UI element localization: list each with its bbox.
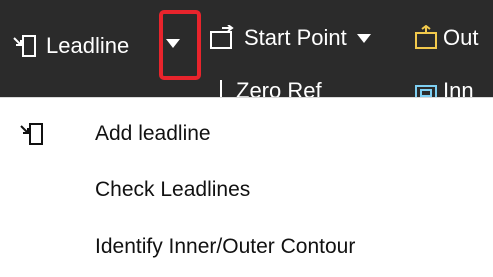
inner-button[interactable]: Inn <box>413 76 474 98</box>
menu-item-check-leadlines[interactable]: Check Leadlines <box>0 162 493 218</box>
leadline-dropdown-menu: Add leadline Check Leadlines Identify In… <box>0 97 493 277</box>
inner-contour-icon <box>415 85 437 98</box>
outer-label: Out <box>443 25 479 50</box>
leadline-icon <box>18 120 46 148</box>
inner-label: Inn <box>443 78 474 98</box>
zero-ref-icon <box>220 80 222 98</box>
leadline-label: Leadline <box>46 33 130 58</box>
menu-item-label: Identify Inner/Outer Contour <box>95 235 356 258</box>
start-point-dropdown-arrow[interactable] <box>356 33 371 43</box>
leadline-button[interactable]: Leadline <box>10 26 129 66</box>
menu-item-label: Check Leadlines <box>95 178 251 201</box>
start-point-icon <box>210 25 234 49</box>
zero-ref-button[interactable]: Zero Ref <box>214 76 322 98</box>
start-point-label: Start Point <box>244 25 347 50</box>
toolbar: Leadline Start Point Out Zero Ref Inn <box>0 0 493 98</box>
outer-button[interactable]: Out <box>413 20 478 56</box>
menu-item-label: Add leadline <box>95 122 211 145</box>
leadline-dropdown-arrow[interactable] <box>166 39 180 48</box>
leadline-icon <box>13 35 36 57</box>
zero-ref-label: Zero Ref <box>236 78 322 98</box>
menu-item-identify-contour[interactable]: Identify Inner/Outer Contour <box>0 219 493 275</box>
outer-contour-icon <box>415 25 437 49</box>
start-point-button[interactable]: Start Point <box>208 20 371 56</box>
menu-item-add-leadline[interactable]: Add leadline <box>0 106 493 162</box>
